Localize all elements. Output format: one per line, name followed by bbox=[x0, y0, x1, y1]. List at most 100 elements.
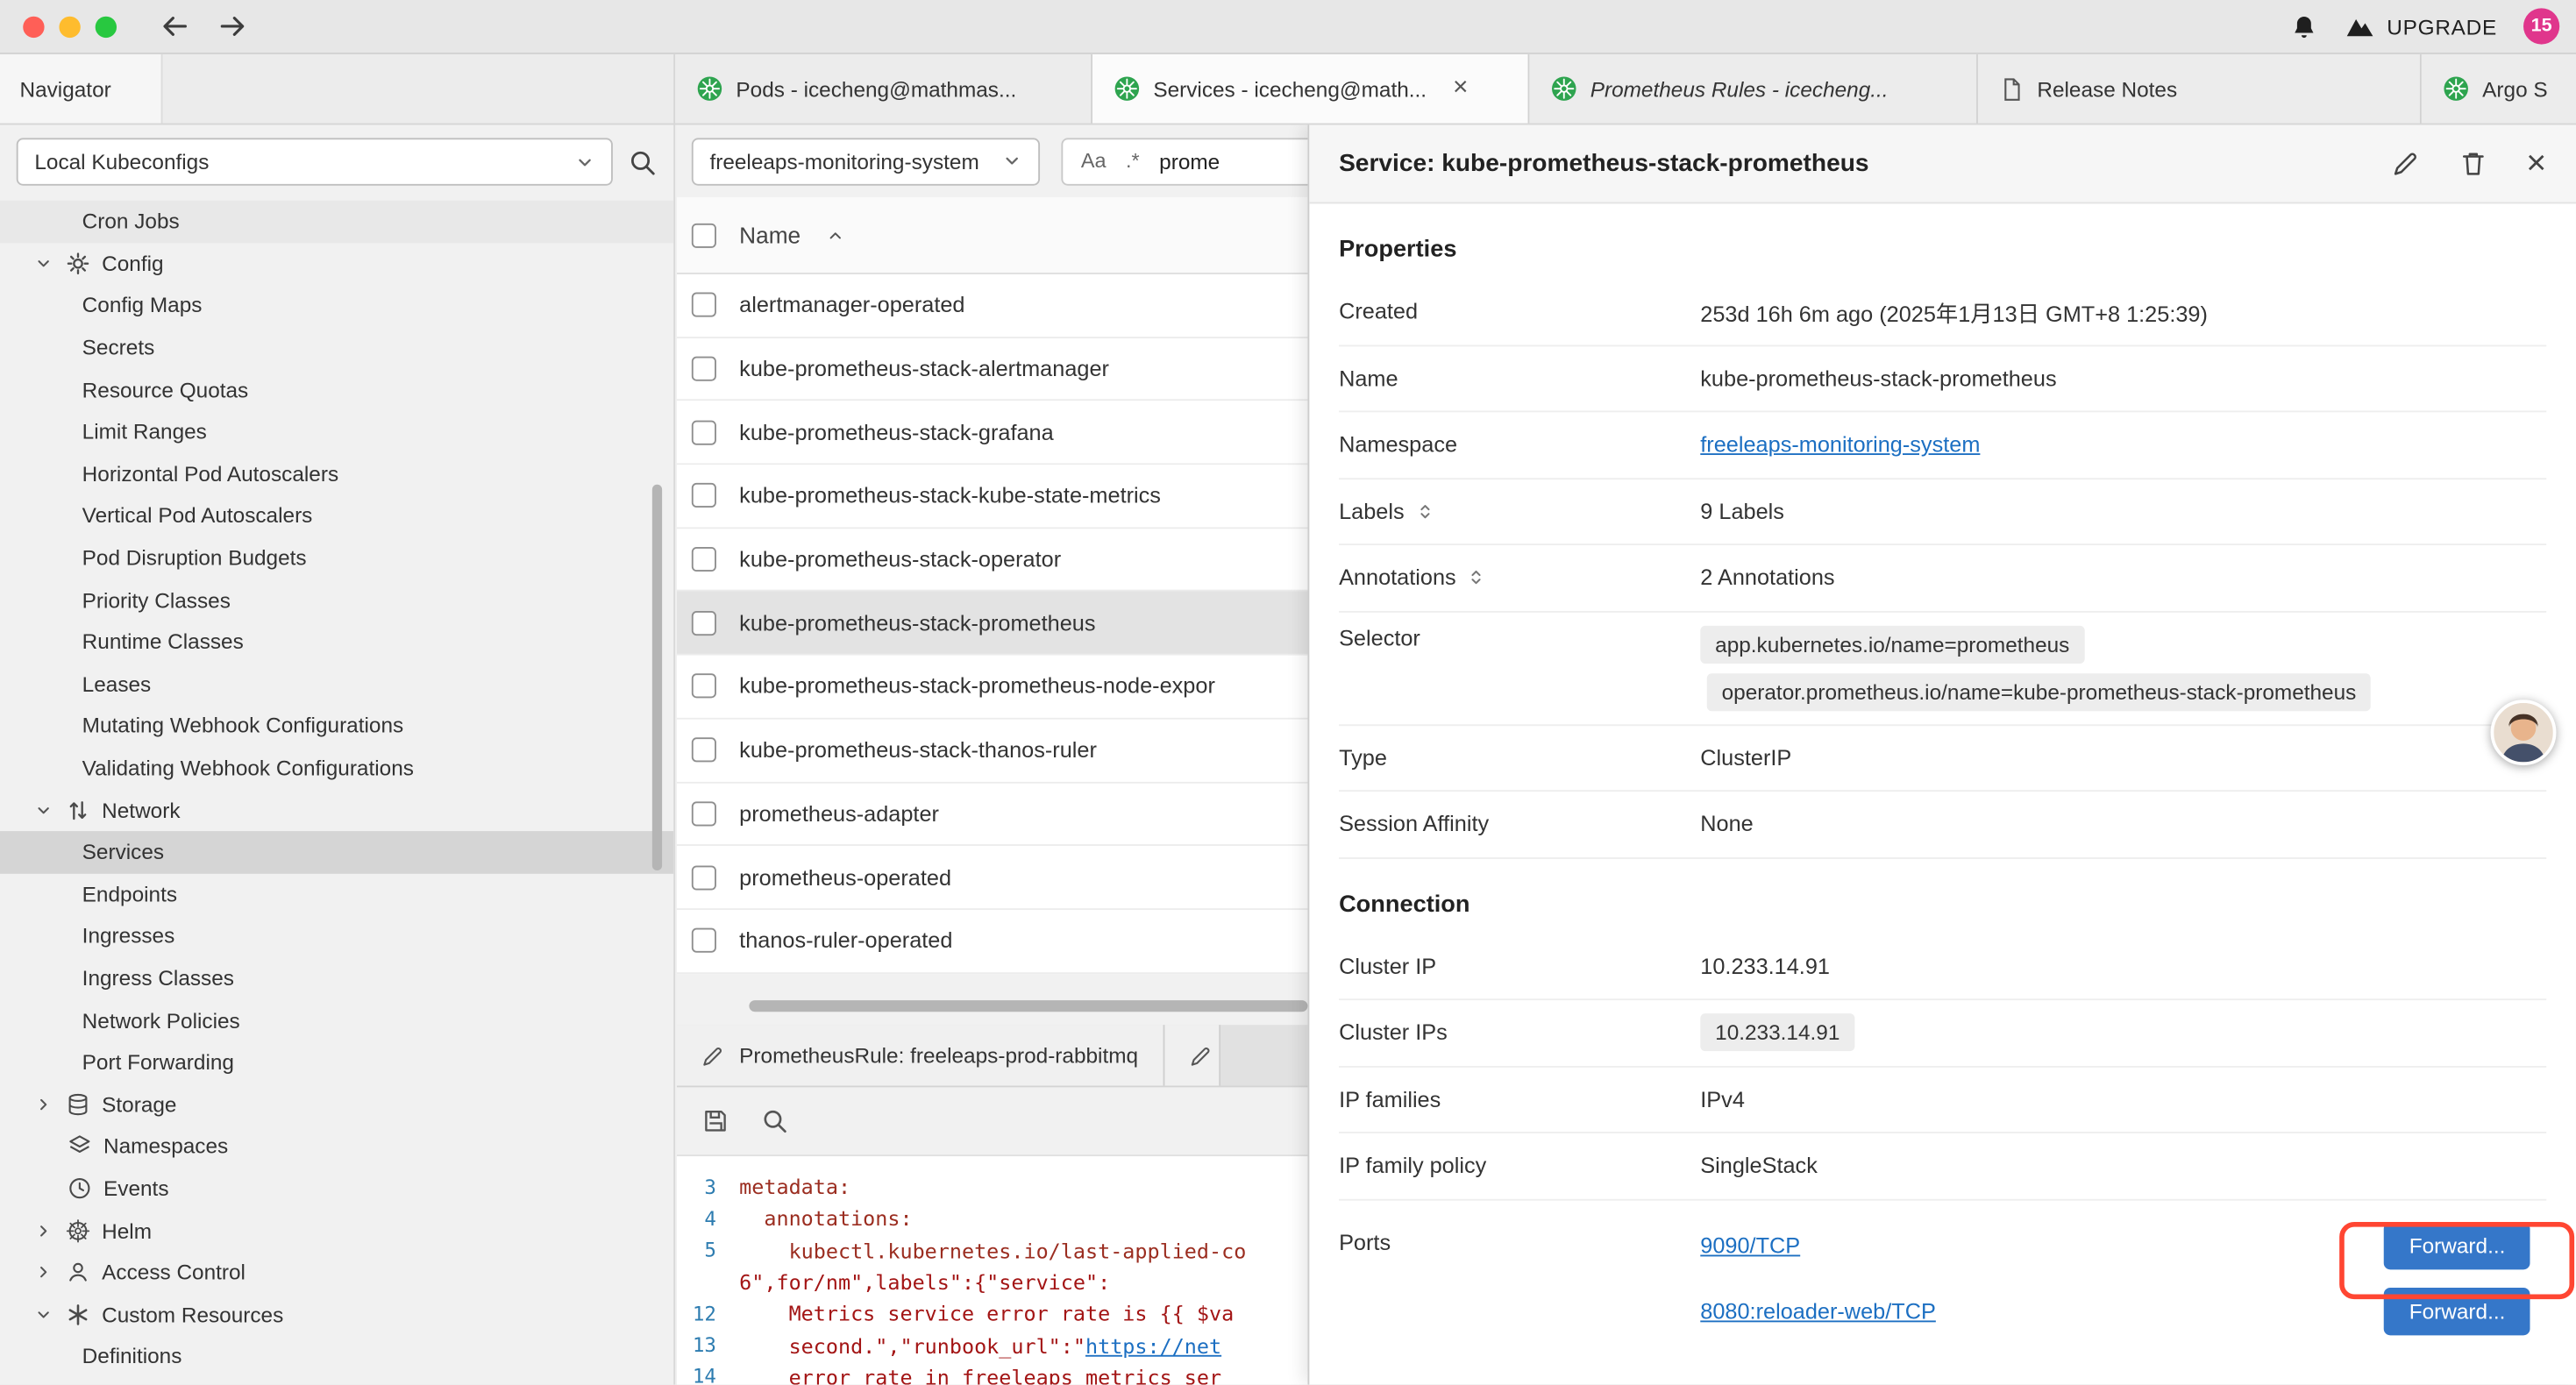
sidebar-item-priority-classes[interactable]: Priority Classes bbox=[0, 579, 673, 621]
window-titlebar: UPGRADE 15 bbox=[0, 0, 2576, 54]
chevron-right-icon bbox=[34, 1263, 53, 1282]
sidebar-group-storage[interactable]: Storage bbox=[0, 1083, 673, 1126]
sidebar-item-cron-jobs[interactable]: Cron Jobs bbox=[0, 201, 673, 243]
match-case-toggle[interactable]: Aa bbox=[1081, 150, 1107, 173]
sidebar-search-icon[interactable] bbox=[628, 147, 658, 177]
delete-icon[interactable] bbox=[2459, 150, 2487, 178]
row-checkbox[interactable] bbox=[692, 674, 716, 699]
sidebar-item-port-forwarding[interactable]: Port Forwarding bbox=[0, 1041, 673, 1083]
select-all-checkbox[interactable] bbox=[692, 223, 716, 247]
maximize-window-button[interactable] bbox=[96, 16, 117, 37]
sidebar-item-ingresses[interactable]: Ingresses bbox=[0, 915, 673, 957]
sidebar-item-horizontal-pod-autoscalers[interactable]: Horizontal Pod Autoscalers bbox=[0, 452, 673, 494]
sidebar-item-limit-ranges[interactable]: Limit Ranges bbox=[0, 410, 673, 452]
document-icon bbox=[1999, 76, 2024, 101]
close-window-button[interactable] bbox=[23, 16, 44, 37]
sidebar-item-network-policies[interactable]: Network Policies bbox=[0, 999, 673, 1041]
sidebar-group-config[interactable]: Config bbox=[0, 243, 673, 285]
storage-database-icon bbox=[66, 1092, 90, 1117]
sidebar-item-secrets[interactable]: Secrets bbox=[0, 326, 673, 368]
sort-ascending-icon[interactable] bbox=[827, 226, 845, 245]
tab-prometheus-rules[interactable]: Prometheus Rules - icecheng... bbox=[1529, 54, 1978, 124]
detail-row-session-affinity: Session Affinity None bbox=[1339, 792, 2546, 858]
sidebar-item-validating-webhook-configurations[interactable]: Validating Webhook Configurations bbox=[0, 747, 673, 789]
sidebar-group-custom-resources[interactable]: Custom Resources bbox=[0, 1293, 673, 1335]
sidebar-item-mutating-webhook-configurations[interactable]: Mutating Webhook Configurations bbox=[0, 705, 673, 747]
sidebar-item-resource-quotas[interactable]: Resource Quotas bbox=[0, 368, 673, 410]
app-window: UPGRADE 15 Navigator Pods - icecheng@mat… bbox=[0, 0, 2576, 1385]
expand-collapse-icon[interactable] bbox=[1414, 501, 1435, 522]
selector-chip: app.kubernetes.io/name=prometheus bbox=[1700, 625, 2084, 663]
namespace-link[interactable]: freeleaps-monitoring-system bbox=[1700, 432, 1980, 457]
edit-icon[interactable] bbox=[2392, 150, 2420, 178]
forward-button-9090[interactable]: Forward... bbox=[2385, 1222, 2530, 1269]
kubernetes-icon bbox=[2443, 75, 2469, 102]
sidebar-item-runtime-classes[interactable]: Runtime Classes bbox=[0, 621, 673, 663]
upgrade-button[interactable]: UPGRADE bbox=[2345, 11, 2497, 42]
sidebar-group-access-control[interactable]: Access Control bbox=[0, 1251, 673, 1293]
sidebar-group-helm[interactable]: Helm bbox=[0, 1210, 673, 1252]
tab-strip: Navigator Pods - icecheng@mathmas... Ser… bbox=[0, 54, 2576, 125]
dock-tab-partial[interactable] bbox=[1164, 1025, 1220, 1085]
column-name-header[interactable]: Name bbox=[739, 222, 801, 248]
forward-button-8080[interactable]: Forward... bbox=[2385, 1288, 2530, 1335]
save-icon[interactable] bbox=[701, 1107, 729, 1135]
row-checkbox[interactable] bbox=[692, 293, 716, 317]
port-link-8080[interactable]: 8080:reloader-web/TCP bbox=[1700, 1299, 1936, 1324]
close-drawer-icon[interactable]: × bbox=[2526, 146, 2546, 181]
sidebar-item-endpoints[interactable]: Endpoints bbox=[0, 873, 673, 915]
row-checkbox[interactable] bbox=[692, 865, 716, 890]
row-checkbox[interactable] bbox=[692, 928, 716, 953]
sidebar-group-network[interactable]: Network bbox=[0, 789, 673, 831]
tab-pods[interactable]: Pods - icecheng@mathmas... bbox=[675, 54, 1092, 124]
namespace-filter-select[interactable]: freeleaps-monitoring-system bbox=[692, 137, 1040, 184]
events-clock-icon bbox=[68, 1175, 92, 1200]
row-checkbox[interactable] bbox=[692, 738, 716, 763]
regex-toggle[interactable]: .* bbox=[1126, 150, 1140, 173]
editor-search-icon[interactable] bbox=[761, 1107, 789, 1135]
minimize-window-button[interactable] bbox=[59, 16, 80, 37]
detail-row-type: Type ClusterIP bbox=[1339, 725, 2546, 792]
sidebar-item-config-maps[interactable]: Config Maps bbox=[0, 285, 673, 327]
detail-row-cluster-ips: Cluster IPs 10.233.14.91 bbox=[1339, 1000, 2546, 1067]
expand-collapse-icon[interactable] bbox=[1466, 567, 1487, 588]
horizontal-scrollbar[interactable] bbox=[749, 1000, 1307, 1012]
navigator-sidebar: Local Kubeconfigs Cron Jobs Config Confi… bbox=[0, 124, 675, 1384]
sidebar-scrollbar[interactable] bbox=[652, 485, 662, 870]
sidebar-item-definitions[interactable]: Definitions bbox=[0, 1335, 673, 1377]
row-checkbox[interactable] bbox=[692, 611, 716, 636]
sidebar-item-services[interactable]: Services bbox=[0, 831, 673, 873]
sidebar-item-vertical-pod-autoscalers[interactable]: Vertical Pod Autoscalers bbox=[0, 494, 673, 536]
chevron-down-icon bbox=[34, 254, 53, 273]
sidebar-item-leases[interactable]: Leases bbox=[0, 663, 673, 705]
sidebar-item-namespaces[interactable]: Namespaces bbox=[0, 1126, 673, 1168]
tab-services[interactable]: Services - icecheng@math... × bbox=[1092, 54, 1529, 124]
tab-release-notes[interactable]: Release Notes bbox=[1978, 54, 2422, 124]
port-link-9090[interactable]: 9090/TCP bbox=[1700, 1233, 1800, 1258]
sidebar-item-events[interactable]: Events bbox=[0, 1168, 673, 1210]
config-gear-icon bbox=[66, 251, 90, 275]
navigator-tab[interactable]: Navigator bbox=[0, 54, 162, 124]
back-button[interactable] bbox=[160, 10, 192, 42]
sidebar-item-pod-disruption-budgets[interactable]: Pod Disruption Budgets bbox=[0, 536, 673, 579]
kubeconfig-selector[interactable]: Local Kubeconfigs bbox=[17, 138, 613, 185]
sidebar-item-ingress-classes[interactable]: Ingress Classes bbox=[0, 957, 673, 999]
namespaces-layers-icon bbox=[68, 1134, 92, 1159]
notifications-bell-icon[interactable] bbox=[2290, 12, 2318, 40]
notification-count-badge[interactable]: 15 bbox=[2523, 8, 2559, 44]
close-tab-icon[interactable]: × bbox=[1453, 75, 1469, 102]
kubernetes-icon bbox=[696, 75, 722, 102]
code-url-link[interactable]: https://net bbox=[1085, 1333, 1221, 1358]
network-arrows-icon bbox=[66, 798, 90, 822]
row-checkbox[interactable] bbox=[692, 420, 716, 444]
tab-argo[interactable]: Argo S bbox=[2422, 54, 2576, 124]
avatar[interactable] bbox=[2491, 700, 2557, 765]
row-checkbox[interactable] bbox=[692, 357, 716, 381]
row-checkbox[interactable] bbox=[692, 801, 716, 826]
row-checkbox[interactable] bbox=[692, 484, 716, 508]
chevron-down-icon bbox=[575, 152, 594, 171]
dock-tab-prometheusrule[interactable]: PrometheusRule: freeleaps-prod-rabbitmq bbox=[677, 1025, 1164, 1085]
row-checkbox[interactable] bbox=[692, 547, 716, 572]
forward-button[interactable] bbox=[215, 10, 247, 42]
custom-resources-asterisk-icon bbox=[66, 1302, 90, 1326]
